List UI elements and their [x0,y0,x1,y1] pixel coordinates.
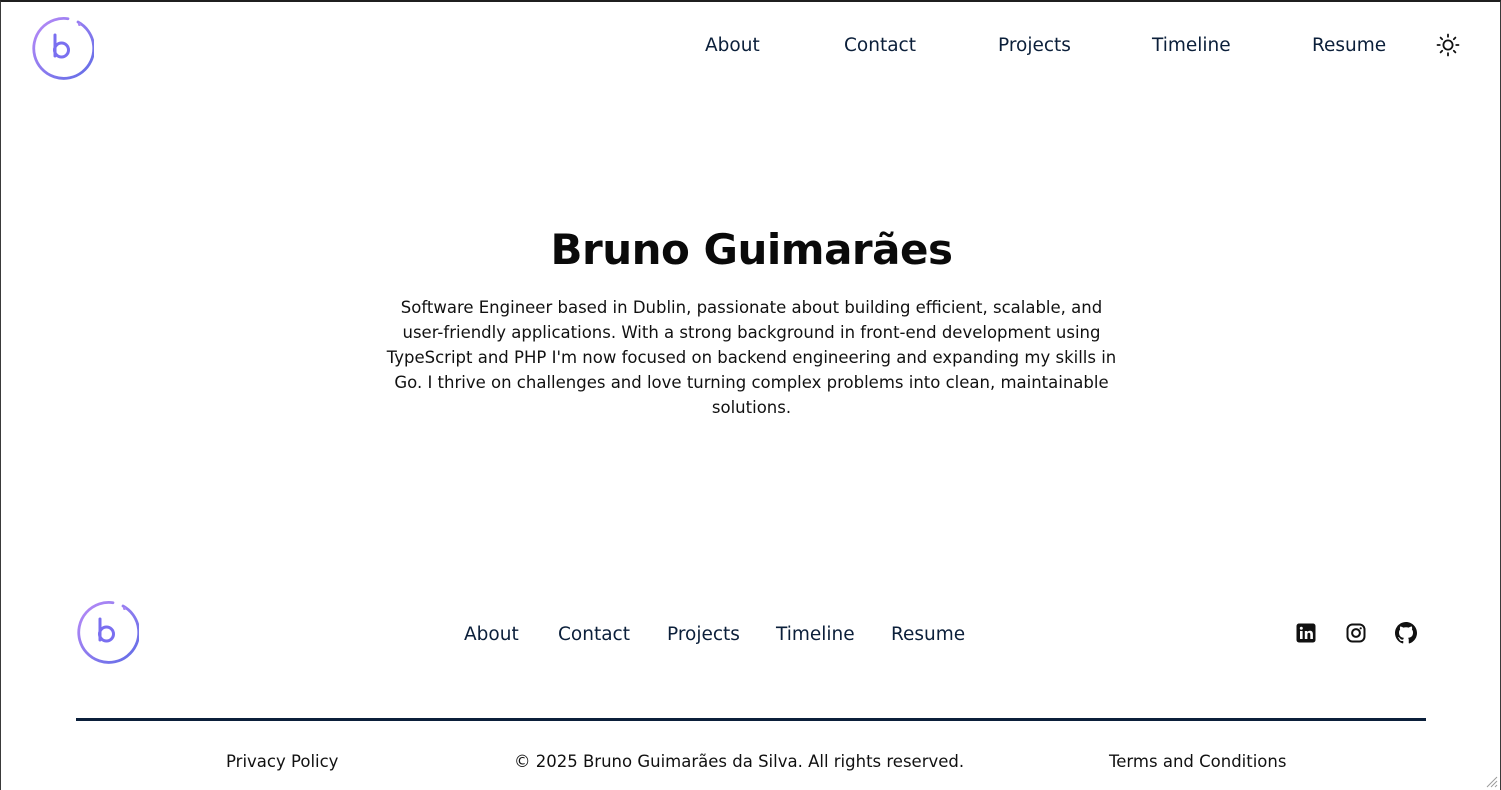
b-circle-logo-icon [77,601,139,664]
footer-nav-timeline[interactable]: Timeline [776,622,855,648]
hero-description: Software Engineer based in Dublin, passi… [386,298,1117,417]
instagram-link[interactable] [1345,622,1367,644]
b-circle-logo-icon [32,17,94,80]
footer-nav-contact[interactable]: Contact [558,622,630,648]
footer-logo[interactable] [75,600,139,664]
linkedin-icon [1296,623,1316,643]
copyright-text: © 2025 Bruno Guimarães da Silva. All rig… [514,752,965,771]
nav-timeline[interactable]: Timeline [1152,33,1231,59]
footer-divider [76,718,1426,721]
nav-about[interactable]: About [705,33,760,59]
nav-resume[interactable]: Resume [1312,33,1386,59]
page: About Contact Projects Timeline Resume B… [0,0,1501,790]
hero-title: Bruno Guimarães [550,225,953,274]
nav-contact[interactable]: Contact [844,33,916,59]
header-logo[interactable] [30,16,94,80]
footer-nav-about[interactable]: About [464,622,519,648]
footer-nav-resume[interactable]: Resume [891,622,965,648]
instagram-icon [1346,623,1366,643]
footer-nav-projects[interactable]: Projects [667,622,740,648]
linkedin-link[interactable] [1295,622,1317,644]
privacy-policy-link[interactable]: Privacy Policy [226,750,338,774]
sun-icon [1436,33,1460,57]
nav-projects[interactable]: Projects [998,33,1071,59]
github-link[interactable] [1395,622,1417,644]
resize-grip-icon[interactable] [1484,774,1498,788]
github-icon [1395,622,1417,644]
terms-link[interactable]: Terms and Conditions [1109,750,1286,774]
theme-toggle-button[interactable] [1435,32,1461,58]
